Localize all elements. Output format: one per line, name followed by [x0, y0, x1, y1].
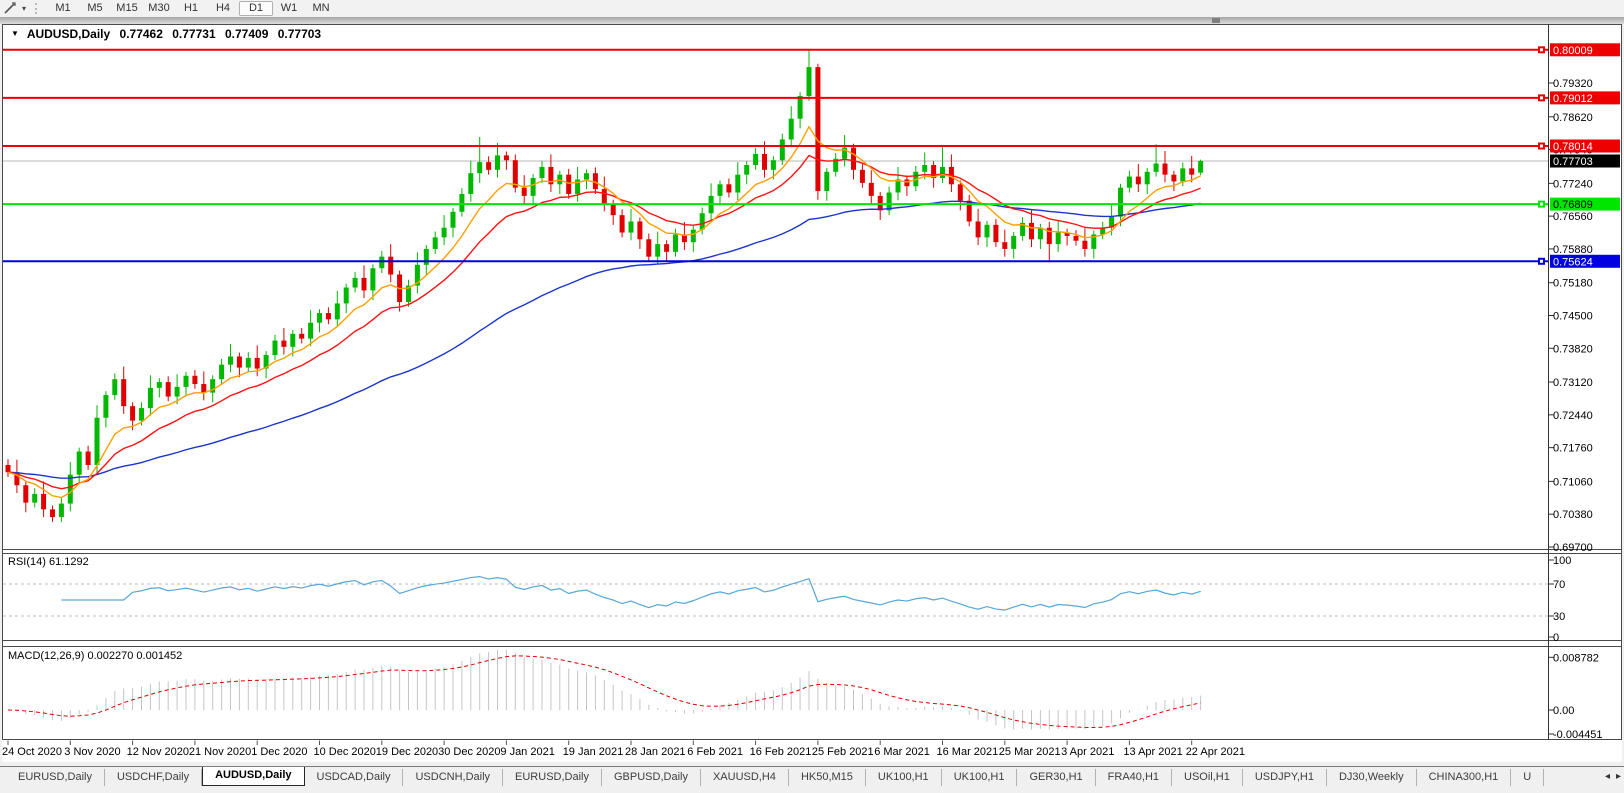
- tab-scroll-left-icon[interactable]: ◂: [1605, 771, 1610, 782]
- date-label: 25 Feb 2021: [812, 746, 874, 758]
- chart-tab[interactable]: U: [1511, 769, 1544, 786]
- timeframe-button-w1[interactable]: W1: [273, 1, 305, 16]
- chart-svg[interactable]: 0.793200.786200.779400.772400.765600.758…: [2, 24, 1622, 762]
- axis-label: 0.76809: [1553, 199, 1593, 211]
- date-label: 19 Jan 2021: [563, 746, 624, 758]
- axis-label: 0: [1553, 632, 1559, 644]
- timeframe-button-mn[interactable]: MN: [305, 1, 337, 16]
- axis-label: 0.75624: [1553, 256, 1593, 268]
- timeframe-button-h4[interactable]: H4: [207, 1, 239, 16]
- axis-label: 0.75880: [1553, 244, 1593, 256]
- tab-scroll-arrows: ◂ ▸: [1599, 771, 1621, 782]
- timeframe-toolbar: ▾ M1M5M15M30H1H4D1W1MN: [0, 0, 1624, 18]
- date-label: 1 Dec 2020: [251, 746, 307, 758]
- axis-label: 0.77703: [1553, 156, 1593, 168]
- chart-tab[interactable]: HK50,M15: [789, 769, 866, 786]
- chart-tab[interactable]: USDJPY,H1: [1243, 769, 1327, 786]
- axis-label: 0.80009: [1553, 45, 1593, 57]
- axis-label: 0.78620: [1553, 112, 1593, 124]
- date-label: 25 Mar 2021: [999, 746, 1061, 758]
- date-label: 10 Dec 2020: [314, 746, 376, 758]
- date-label: 6 Mar 2021: [874, 746, 930, 758]
- timeframe-button-d1[interactable]: D1: [239, 1, 273, 16]
- timeframe-button-h1[interactable]: H1: [175, 1, 207, 16]
- chart-tab[interactable]: EURUSD,Daily: [503, 769, 602, 786]
- axis-label: 0.75180: [1553, 278, 1593, 290]
- axis-label: 0.69700: [1553, 542, 1593, 554]
- date-label: 3 Nov 2020: [64, 746, 120, 758]
- collapse-icon[interactable]: ▼: [11, 29, 19, 38]
- chart-shift-marker[interactable]: [1212, 18, 1220, 23]
- line-tool-icon[interactable]: [0, 1, 18, 16]
- chart-tab[interactable]: USDCAD,Daily: [305, 769, 404, 786]
- axis-label: 0.71060: [1553, 476, 1593, 488]
- date-label: 6 Feb 2021: [687, 746, 743, 758]
- timeframe-button-m1[interactable]: M1: [47, 1, 79, 16]
- low-value: 0.77409: [225, 27, 268, 41]
- chart-tab[interactable]: DJ30,Weekly: [1327, 769, 1417, 786]
- axis-label: 0.00: [1553, 705, 1574, 717]
- date-label: 9 Jan 2021: [500, 746, 554, 758]
- date-label: 16 Mar 2021: [937, 746, 999, 758]
- date-label: 13 Apr 2021: [1123, 746, 1182, 758]
- axis-label: 0.74500: [1553, 310, 1593, 322]
- chart-tab[interactable]: FRA40,H1: [1096, 769, 1172, 786]
- chart-tab[interactable]: GER30,H1: [1017, 769, 1095, 786]
- chart-tab-bar: EURUSD,DailyUSDCHF,DailyAUDUSD,DailyUSDC…: [0, 766, 1624, 786]
- date-label: 21 Nov 2020: [189, 746, 251, 758]
- chart-tab[interactable]: USOil,H1: [1172, 769, 1243, 786]
- macd-label: MACD(12,26,9) 0.002270 0.001452: [8, 650, 182, 662]
- tab-scroll-right-icon[interactable]: ▸: [1616, 771, 1621, 782]
- chart-tab[interactable]: USDCHF,Daily: [105, 769, 202, 786]
- axis-label: 0.73820: [1553, 343, 1593, 355]
- date-label: 16 Feb 2021: [750, 746, 812, 758]
- axis-label: 0.73120: [1553, 377, 1593, 389]
- axis-label: 0.70380: [1553, 509, 1593, 521]
- axis-label: 0.76560: [1553, 211, 1593, 223]
- axis-label: 0.77240: [1553, 178, 1593, 190]
- date-label: 24 Oct 2020: [2, 746, 62, 758]
- chart-tab[interactable]: CHINA300,H1: [1417, 769, 1512, 786]
- mt4-window: ▾ M1M5M15M30H1H4D1W1MN 0.79320 0.78620 0.7…: [0, 0, 1624, 793]
- timeframe-button-m15[interactable]: M15: [111, 1, 143, 16]
- timeframe-button-m5[interactable]: M5: [79, 1, 111, 16]
- date-label: 22 Apr 2021: [1186, 746, 1245, 758]
- date-label: 28 Jan 2021: [625, 746, 686, 758]
- axis-label: 0.79320: [1553, 78, 1593, 90]
- chart-tab[interactable]: EURUSD,Daily: [6, 769, 105, 786]
- axis-label: 0.008782: [1553, 652, 1599, 664]
- line-tool-dropdown-icon[interactable]: ▾: [18, 4, 30, 13]
- chart-tab[interactable]: UK100,H1: [866, 769, 942, 786]
- timeframe-button-m30[interactable]: M30: [143, 1, 175, 16]
- axis-label: 100: [1553, 555, 1571, 567]
- axis-label: 70: [1553, 579, 1565, 591]
- chart-tab[interactable]: XAUUSD,H4: [701, 769, 789, 786]
- chart-tab-active[interactable]: AUDUSD,Daily: [202, 766, 304, 786]
- axis-label: 0.71760: [1553, 443, 1593, 455]
- chart-tab[interactable]: UK100,H1: [942, 769, 1018, 786]
- chart-tab[interactable]: GBPUSD,Daily: [602, 769, 701, 786]
- open-value: 0.77462: [120, 27, 163, 41]
- timeframe-buttons: M1M5M15M30H1H4D1W1MN: [47, 1, 337, 16]
- status-bar: [0, 786, 1624, 793]
- chart-tab[interactable]: USDCNH,Daily: [403, 769, 503, 786]
- axis-label: 0.72440: [1553, 410, 1593, 422]
- high-value: 0.77731: [172, 27, 215, 41]
- axis-label: 0.79012: [1553, 93, 1593, 105]
- date-label: 19 Dec 2020: [376, 746, 438, 758]
- symbol-period-label: AUDUSD,Daily: [27, 27, 110, 41]
- close-value: 0.77703: [278, 27, 321, 41]
- axis-label: -0.004451: [1553, 729, 1603, 741]
- window-divider-strip[interactable]: [0, 17, 1624, 24]
- date-label: 3 Apr 2021: [1061, 746, 1114, 758]
- axis-label: 0.78014: [1553, 141, 1593, 153]
- rsi-label: RSI(14) 61.1292: [8, 556, 89, 568]
- axis-label: 30: [1553, 611, 1565, 623]
- date-label: 30 Dec 2020: [438, 746, 500, 758]
- date-label: 12 Nov 2020: [127, 746, 189, 758]
- chart-title: ▼ AUDUSD,Daily 0.77462 0.77731 0.77409 0…: [11, 27, 321, 41]
- toolbar-grip[interactable]: [35, 3, 40, 14]
